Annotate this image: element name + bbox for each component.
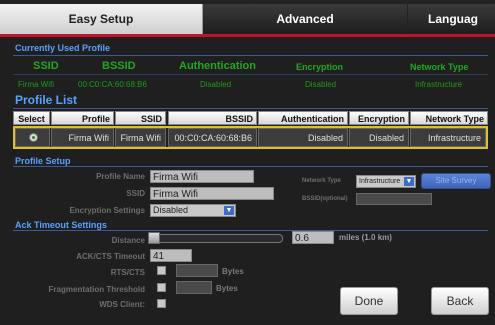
distance-label: Distance	[111, 236, 145, 245]
encryption-select-value: Disabled	[153, 205, 189, 215]
profile-name-label: Profile Name	[96, 172, 145, 181]
current-header-authentication: Authentication	[179, 60, 256, 72]
current-bssid-value: 00:C0:CA:60:68:B6	[78, 80, 147, 89]
encryption-select[interactable]: Disabled ▼	[150, 204, 236, 217]
profile-list-title: Profile List	[15, 93, 78, 107]
chevron-down-icon: ▼	[224, 206, 234, 215]
fragmentation-checkbox[interactable]	[157, 283, 166, 292]
wds-client-label: WDS Client:	[99, 300, 145, 309]
fragmentation-input[interactable]	[176, 281, 212, 294]
current-profile-title: Currently Used Profile	[15, 43, 111, 53]
distance-slider-handle[interactable]	[148, 232, 160, 244]
ack-timeout-title: Ack Timeout Settings	[15, 220, 107, 230]
site-survey-button[interactable]: Site Survey	[421, 173, 491, 189]
ssid-input[interactable]: Firma Wifi	[150, 187, 274, 200]
current-ssid-value: Firma Wifi	[18, 80, 54, 89]
divider	[13, 55, 488, 56]
bssid-optional-label: BSSID(optional)	[302, 196, 348, 202]
rts-cts-checkbox[interactable]	[157, 266, 166, 275]
tab-bar: Easy Setup Advanced Languag	[0, 0, 495, 37]
col-header-encryption: Encryption	[349, 111, 409, 125]
divider	[13, 74, 488, 75]
done-button[interactable]: Done	[340, 287, 398, 315]
tab-advanced[interactable]: Advanced	[203, 4, 407, 34]
current-header-network-type: Network Type	[410, 62, 469, 72]
current-header-bssid: BSSID	[102, 60, 136, 72]
current-header-ssid: SSID	[33, 60, 59, 72]
bssid-input[interactable]	[356, 193, 432, 205]
divider	[13, 230, 488, 231]
chevron-down-icon: ▼	[404, 177, 414, 186]
rts-cts-unit: Bytes	[222, 267, 244, 276]
col-header-select: Select	[13, 111, 50, 125]
distance-input[interactable]: 0.6	[292, 231, 334, 244]
col-header-bssid: BSSID	[168, 111, 257, 125]
fragmentation-unit: Bytes	[216, 284, 238, 293]
rts-cts-label: RTS/CTS	[110, 268, 145, 277]
col-header-network-type: Network Type	[410, 111, 488, 125]
profile-setup-title: Profile Setup	[15, 156, 71, 166]
selected-profile-row[interactable]	[13, 126, 488, 149]
distance-unit: miles (1.0 km)	[339, 233, 392, 242]
ack-cts-timeout-label: ACK/CTS Timeout	[76, 252, 145, 261]
current-header-encryption: Encryption	[296, 62, 344, 72]
ssid-label: SSID	[126, 189, 145, 198]
network-type-label: Network Type	[302, 178, 341, 184]
tab-easy-setup[interactable]: Easy Setup	[0, 4, 203, 34]
col-header-authentication: Authentication	[258, 111, 348, 125]
divider	[13, 166, 488, 167]
encryption-settings-label: Encryption Settings	[69, 206, 145, 215]
tab-language[interactable]: Languag	[408, 4, 495, 34]
ack-cts-timeout-input[interactable]: 41	[150, 249, 192, 262]
back-button[interactable]: Back	[431, 287, 489, 315]
divider	[13, 108, 488, 109]
current-network-type-value: Infrastructure	[415, 80, 463, 89]
current-encryption-value: Disabled	[305, 80, 337, 89]
rts-cts-input[interactable]	[176, 264, 218, 277]
wds-client-checkbox[interactable]	[157, 299, 166, 308]
distance-slider-track[interactable]	[150, 234, 283, 243]
fragmentation-threshold-label: Fragmentation Threshold	[48, 285, 145, 294]
current-auth-value: Disabled	[200, 80, 232, 89]
col-header-profile: Profile	[51, 111, 114, 125]
profile-name-input[interactable]: Firma Wifi	[150, 170, 254, 183]
network-type-select[interactable]: Infrastructure ▼	[356, 175, 416, 188]
network-type-select-value: Infrastructure	[359, 178, 401, 185]
col-header-ssid: SSID	[115, 111, 166, 125]
